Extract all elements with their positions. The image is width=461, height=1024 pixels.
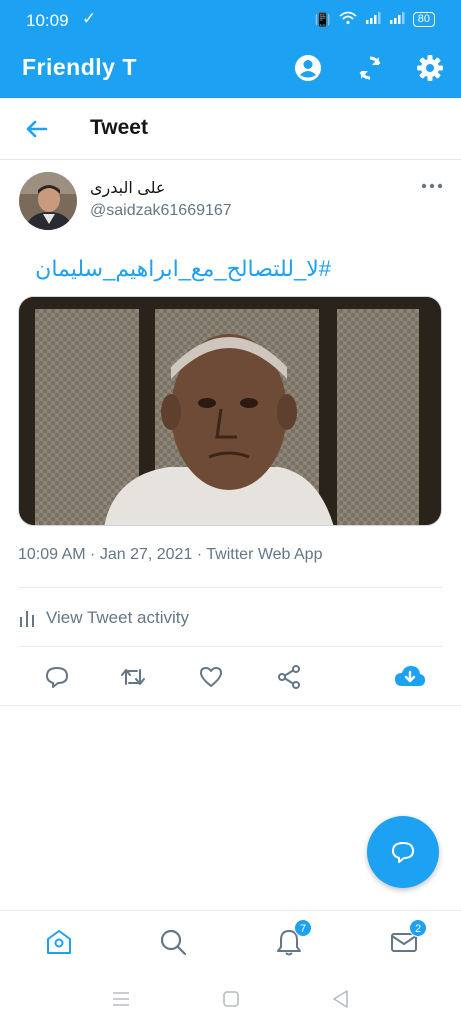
divider [18, 587, 443, 588]
status-time: 10:09 [26, 11, 69, 30]
avatar[interactable] [19, 172, 77, 230]
like-icon[interactable] [198, 664, 224, 690]
bar-chart-icon [18, 609, 36, 627]
share-icon[interactable] [276, 664, 302, 690]
compose-button[interactable] [367, 816, 439, 888]
notifications-badge: 7 [294, 919, 312, 937]
search-icon[interactable] [158, 927, 188, 957]
signal-icon-2 [389, 12, 405, 27]
divider [0, 705, 461, 706]
divider [18, 646, 443, 647]
status-icons: 📳 80 [315, 11, 435, 28]
view-activity-link[interactable]: View Tweet activity [18, 606, 189, 630]
chat-bubble-icon [392, 842, 414, 863]
notifications-icon[interactable]: 7 [274, 919, 312, 957]
signal-icon [365, 12, 381, 27]
app-bar: Friendly T [0, 38, 461, 98]
tweet-header: Tweet [0, 98, 461, 160]
battery-indicator: 80 [412, 12, 435, 27]
refresh-icon[interactable] [354, 52, 386, 84]
messages-badge: 2 [409, 919, 427, 937]
settings-icon[interactable] [414, 52, 446, 84]
check-icon: ✓ [82, 9, 97, 28]
messages-icon[interactable]: 2 [389, 919, 427, 957]
status-bar: 10:09 ✓ 📳 80 [0, 0, 461, 38]
back-arrow-icon[interactable] [24, 116, 50, 142]
tweet-actions [0, 660, 461, 696]
tweet-image[interactable] [18, 296, 442, 526]
menu-icon[interactable] [110, 988, 132, 1010]
author-name[interactable]: على البدرى [90, 178, 165, 198]
activity-label: View Tweet activity [46, 608, 189, 627]
system-nav-bar [0, 974, 461, 1024]
author-handle[interactable]: @saidzak61669167 [90, 202, 232, 220]
vibrate-icon: 📳 [314, 11, 331, 27]
tweet-text[interactable]: #لا_للتصالح_مع_ابراهيم_سليمان [35, 256, 331, 282]
home-icon[interactable] [44, 927, 74, 957]
more-options-icon[interactable] [420, 178, 444, 194]
app-title: Friendly T [22, 54, 137, 80]
bottom-nav: 7 2 [0, 910, 461, 974]
reply-icon[interactable] [44, 664, 70, 690]
retweet-icon[interactable] [120, 664, 146, 690]
home-button-icon[interactable] [220, 988, 242, 1010]
wifi-icon [339, 11, 357, 28]
cloud-download-icon[interactable] [394, 664, 426, 690]
account-icon[interactable] [292, 52, 324, 84]
back-button-icon[interactable] [330, 988, 352, 1010]
page-title: Tweet [90, 116, 148, 139]
tweet-meta: 10:09 AM · Jan 27, 2021 · Twitter Web Ap… [18, 546, 323, 563]
